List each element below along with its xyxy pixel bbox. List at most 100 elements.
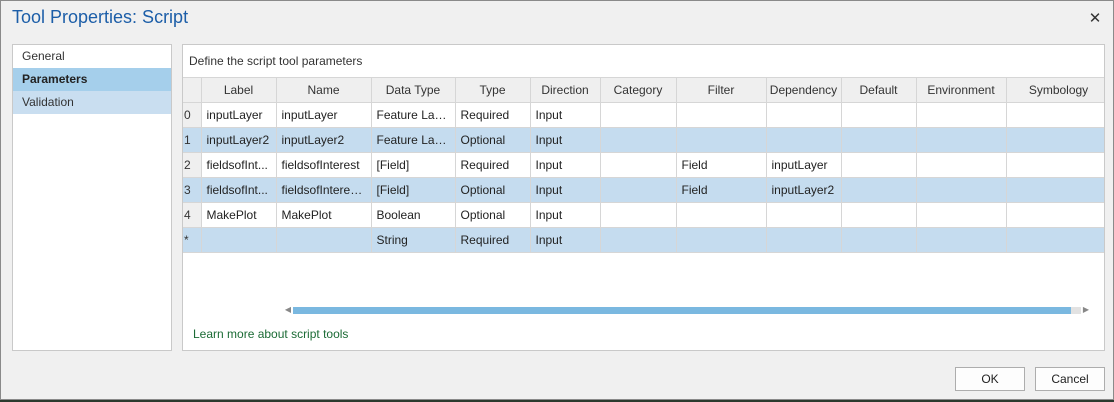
cancel-button[interactable]: Cancel — [1035, 367, 1105, 391]
default-cell[interactable] — [841, 102, 917, 128]
close-icon[interactable]: ✕ — [1085, 9, 1105, 29]
dependency-cell[interactable]: inputLayer — [766, 152, 842, 178]
default-cell[interactable] — [841, 127, 917, 153]
row-index-cell[interactable]: 1 — [183, 127, 202, 153]
symbology-cell[interactable] — [1006, 227, 1104, 253]
learn-more-link[interactable]: Learn more about script tools — [193, 327, 348, 341]
category-cell[interactable] — [600, 152, 677, 178]
label-cell[interactable]: inputLayer — [201, 102, 277, 128]
table-row[interactable]: 2 fieldsofInt... fieldsofInterest [Field… — [183, 152, 1104, 178]
type-cell[interactable]: Required — [455, 227, 531, 253]
category-cell[interactable] — [600, 227, 677, 253]
column-header-dependency[interactable]: Dependency — [766, 77, 842, 103]
direction-cell[interactable]: Input — [530, 227, 601, 253]
data-type-cell[interactable]: Boolean — [371, 202, 456, 228]
column-header-symbology[interactable]: Symbology — [1006, 77, 1104, 103]
label-cell[interactable]: inputLayer2 — [201, 127, 277, 153]
name-cell[interactable]: MakePlot — [276, 202, 372, 228]
default-cell[interactable] — [841, 227, 917, 253]
filter-cell[interactable] — [676, 102, 767, 128]
name-cell[interactable]: fieldsofInterest — [276, 152, 372, 178]
column-header-environment[interactable]: Environment — [916, 77, 1007, 103]
environment-cell[interactable] — [916, 152, 1007, 178]
column-header-type[interactable]: Type — [455, 77, 531, 103]
row-index-cell[interactable]: 3 — [183, 177, 202, 203]
type-cell[interactable]: Optional — [455, 127, 531, 153]
sidebar-item-parameters[interactable]: Parameters — [13, 68, 171, 91]
symbology-cell[interactable] — [1006, 127, 1104, 153]
ok-button[interactable]: OK — [955, 367, 1025, 391]
symbology-cell[interactable] — [1006, 177, 1104, 203]
table-row-new[interactable]: * String Required Input — [183, 227, 1104, 253]
symbology-cell[interactable] — [1006, 152, 1104, 178]
environment-cell[interactable] — [916, 227, 1007, 253]
column-header-category[interactable]: Category — [600, 77, 677, 103]
data-type-cell[interactable]: String — [371, 227, 456, 253]
row-index-cell[interactable]: * — [183, 227, 202, 253]
row-index-cell[interactable]: 0 — [183, 102, 202, 128]
direction-cell[interactable]: Input — [530, 127, 601, 153]
category-cell[interactable] — [600, 177, 677, 203]
table-row[interactable]: 0 inputLayer inputLayer Feature Layer Re… — [183, 102, 1104, 128]
scrollbar-thumb[interactable] — [293, 307, 1071, 314]
row-index-cell[interactable]: 4 — [183, 202, 202, 228]
filter-cell[interactable] — [676, 127, 767, 153]
direction-cell[interactable]: Input — [530, 202, 601, 228]
dependency-cell[interactable]: inputLayer2 — [766, 177, 842, 203]
name-cell[interactable]: fieldsofInterest2 — [276, 177, 372, 203]
horizontal-scrollbar[interactable]: ◀ ▶ — [283, 303, 1091, 318]
column-header-default[interactable]: Default — [841, 77, 917, 103]
table-row[interactable]: 3 fieldsofInt... fieldsofInterest2 [Fiel… — [183, 177, 1104, 203]
table-row[interactable]: 1 inputLayer2 inputLayer2 Feature Layer … — [183, 127, 1104, 153]
environment-cell[interactable] — [916, 202, 1007, 228]
direction-cell[interactable]: Input — [530, 102, 601, 128]
type-cell[interactable]: Optional — [455, 202, 531, 228]
data-type-cell[interactable]: Feature Layer — [371, 102, 456, 128]
symbology-cell[interactable] — [1006, 102, 1104, 128]
column-header-direction[interactable]: Direction — [530, 77, 601, 103]
default-cell[interactable] — [841, 152, 917, 178]
environment-cell[interactable] — [916, 177, 1007, 203]
direction-cell[interactable]: Input — [530, 152, 601, 178]
column-header-name[interactable]: Name — [276, 77, 372, 103]
data-type-cell[interactable]: [Field] — [371, 152, 456, 178]
dependency-cell[interactable] — [766, 227, 842, 253]
label-cell[interactable]: fieldsofInt... — [201, 177, 277, 203]
label-cell[interactable]: MakePlot — [201, 202, 277, 228]
dependency-cell[interactable] — [766, 202, 842, 228]
type-cell[interactable]: Required — [455, 152, 531, 178]
name-cell[interactable] — [276, 227, 372, 253]
symbology-cell[interactable] — [1006, 202, 1104, 228]
filter-cell[interactable]: Field — [676, 152, 767, 178]
table-row[interactable]: 4 MakePlot MakePlot Boolean Optional Inp… — [183, 202, 1104, 228]
direction-cell[interactable]: Input — [530, 177, 601, 203]
default-cell[interactable] — [841, 202, 917, 228]
category-cell[interactable] — [600, 102, 677, 128]
filter-cell[interactable] — [676, 202, 767, 228]
data-type-cell[interactable]: Feature Layer — [371, 127, 456, 153]
category-cell[interactable] — [600, 202, 677, 228]
scroll-left-icon[interactable]: ◀ — [283, 305, 293, 315]
column-header-label[interactable]: Label — [201, 77, 277, 103]
dependency-cell[interactable] — [766, 102, 842, 128]
name-cell[interactable]: inputLayer — [276, 102, 372, 128]
dependency-cell[interactable] — [766, 127, 842, 153]
sidebar-item-general[interactable]: General — [13, 45, 171, 68]
default-cell[interactable] — [841, 177, 917, 203]
sidebar-item-validation[interactable]: Validation — [13, 91, 171, 114]
label-cell[interactable] — [201, 227, 277, 253]
column-header-filter[interactable]: Filter — [676, 77, 767, 103]
row-index-cell[interactable]: 2 — [183, 152, 202, 178]
name-cell[interactable]: inputLayer2 — [276, 127, 372, 153]
filter-cell[interactable]: Field — [676, 177, 767, 203]
type-cell[interactable]: Required — [455, 102, 531, 128]
category-cell[interactable] — [600, 127, 677, 153]
data-type-cell[interactable]: [Field] — [371, 177, 456, 203]
type-cell[interactable]: Optional — [455, 177, 531, 203]
environment-cell[interactable] — [916, 127, 1007, 153]
filter-cell[interactable] — [676, 227, 767, 253]
label-cell[interactable]: fieldsofInt... — [201, 152, 277, 178]
environment-cell[interactable] — [916, 102, 1007, 128]
scroll-right-icon[interactable]: ▶ — [1081, 305, 1091, 315]
column-header-data-type[interactable]: Data Type — [371, 77, 456, 103]
